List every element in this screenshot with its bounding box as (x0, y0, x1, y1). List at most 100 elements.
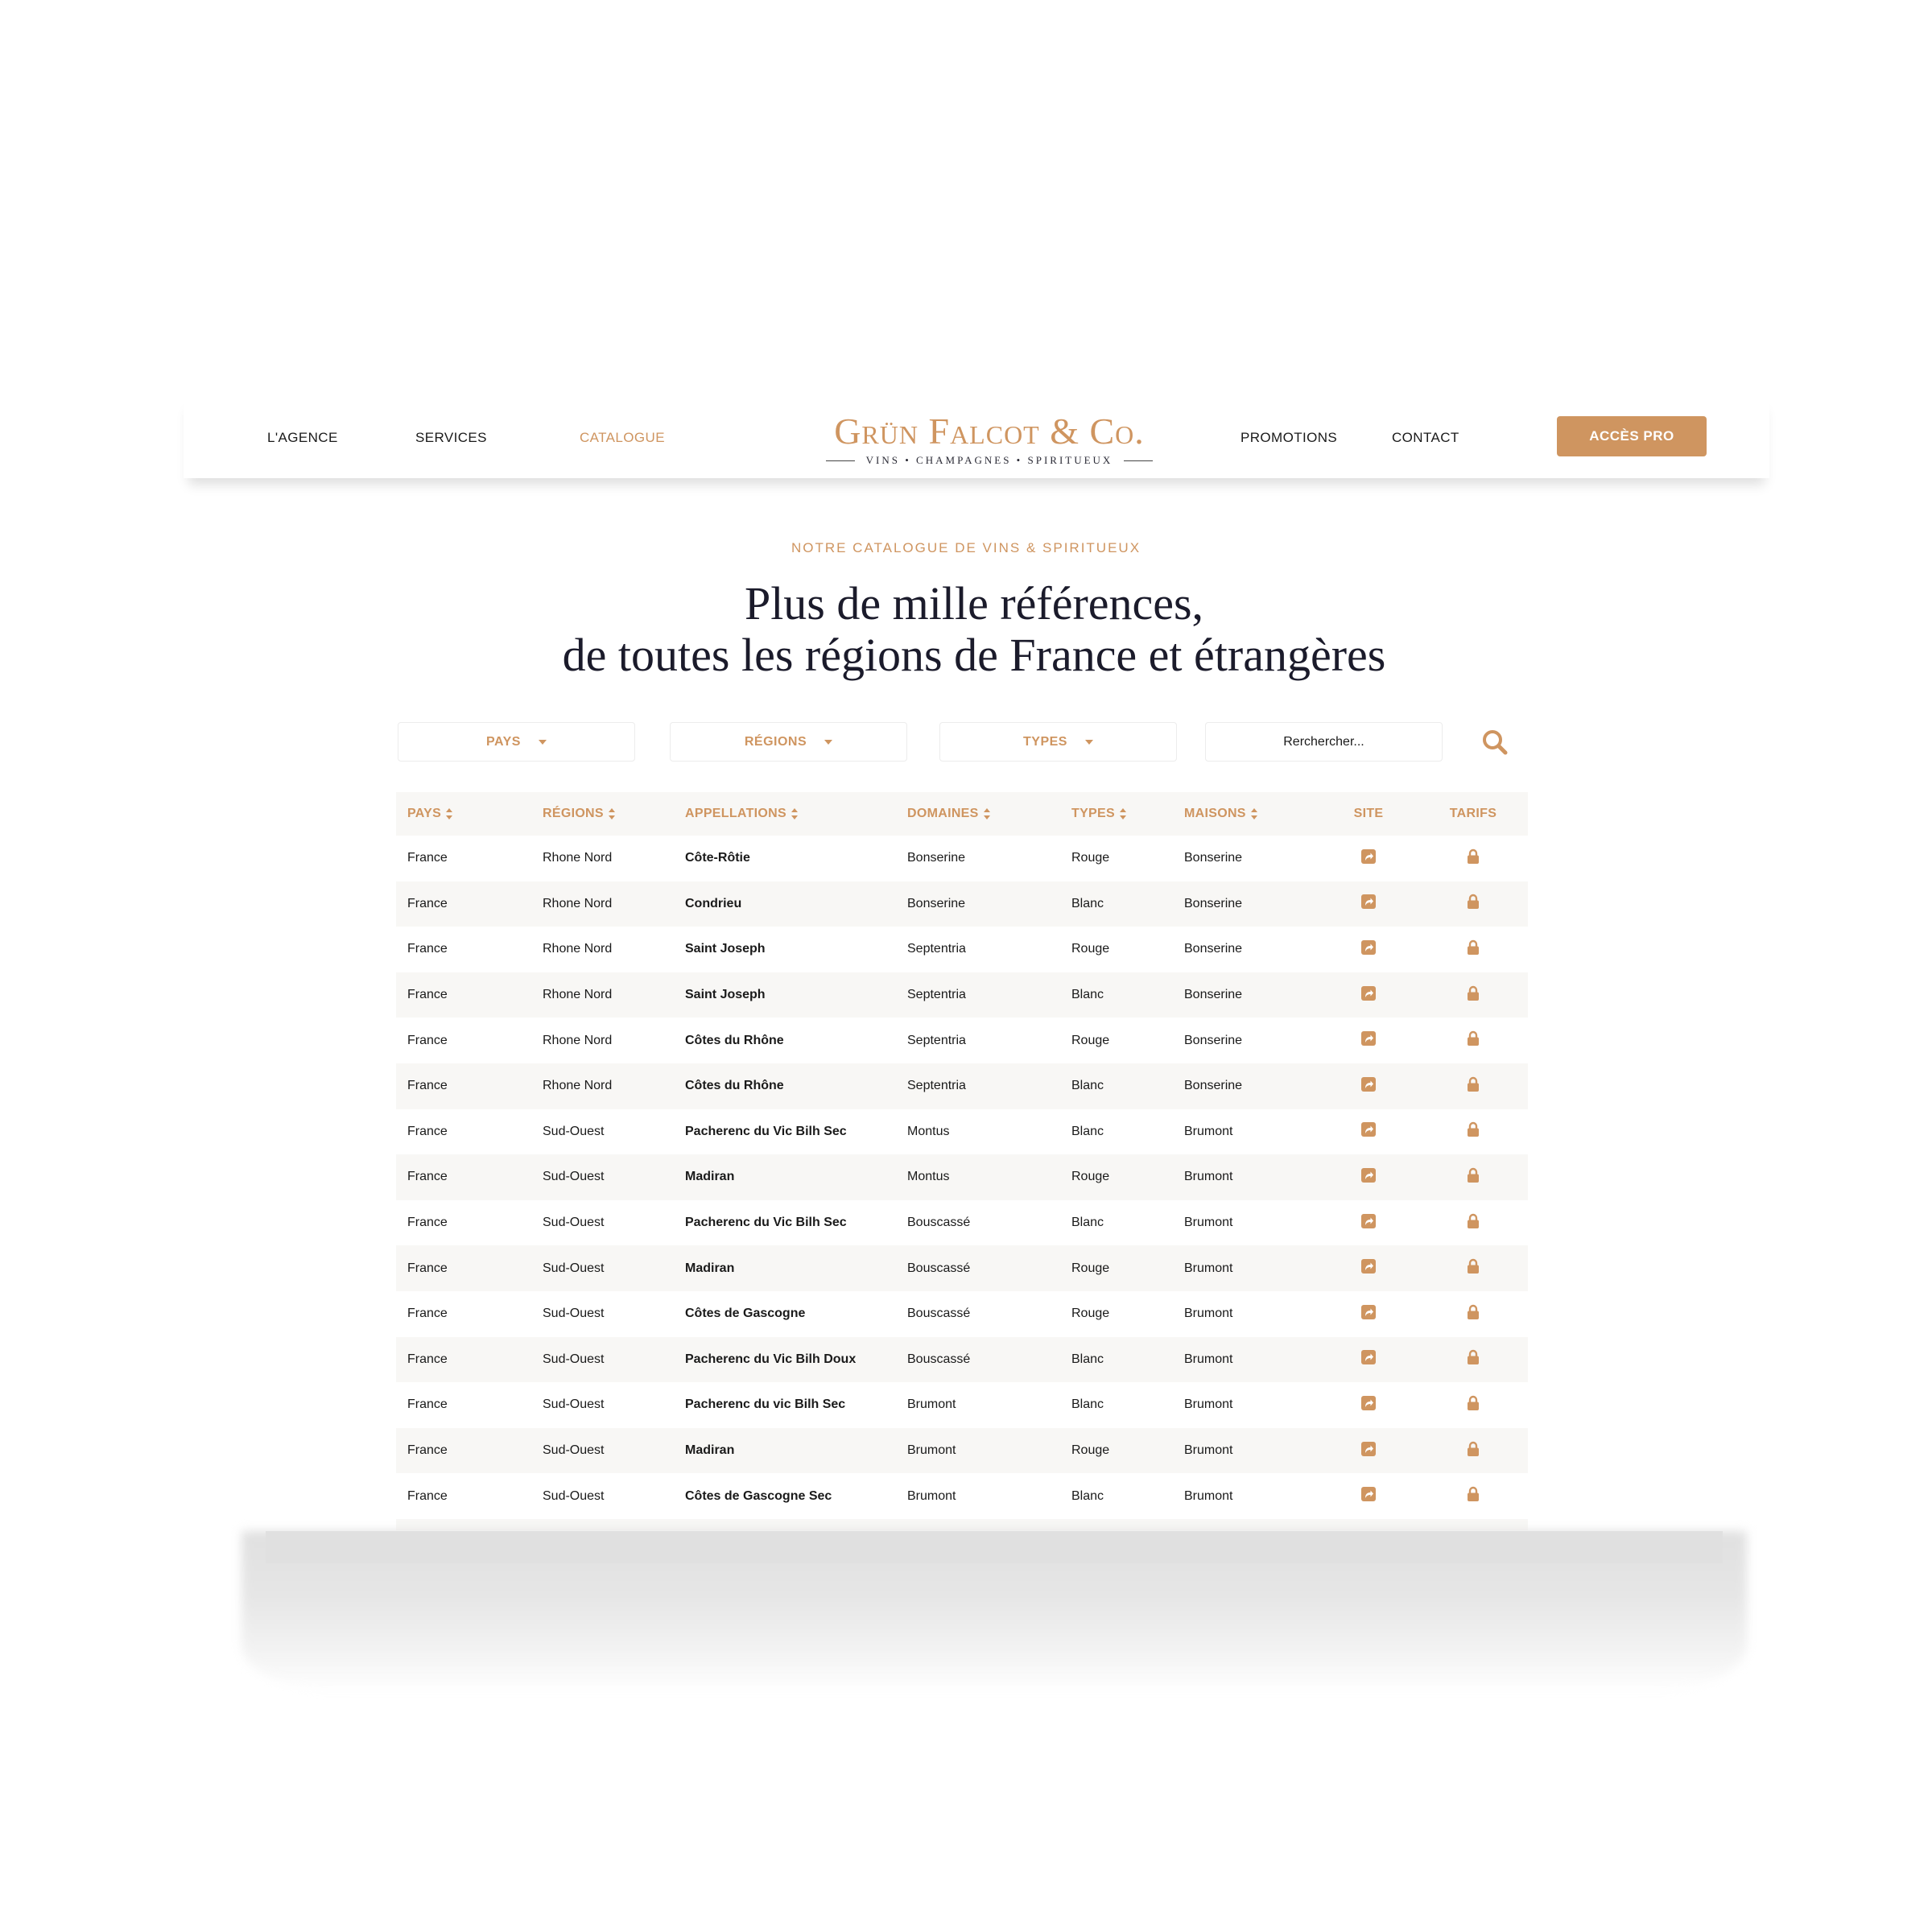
cell-site (1319, 836, 1418, 881)
column-header-pays[interactable]: PAYS (396, 792, 531, 836)
column-header-types[interactable]: TYPES (1060, 792, 1173, 836)
bottom-shadow-band (266, 1531, 1723, 1563)
cell-maison: Bonserine (1184, 851, 1243, 865)
nav-link-catalogue[interactable]: CATALOGUE (580, 430, 665, 446)
cell-appellation: Condrieu (685, 896, 742, 910)
external-link-icon[interactable] (1360, 939, 1377, 960)
lock-icon[interactable] (1467, 1121, 1480, 1141)
cell-pays: France (407, 896, 448, 910)
cell-pays: France (407, 1261, 448, 1275)
external-link-icon[interactable] (1360, 1349, 1377, 1369)
lock-icon[interactable] (1467, 939, 1480, 960)
cell-appellation: Pacherenc du Vic Bilh Sec (685, 1216, 847, 1230)
table-body: France Rhone Nord Côte-Rôtie Bonserine Rouge… (396, 836, 1528, 1530)
cell-pays: France (407, 1033, 448, 1047)
external-link-icon[interactable] (1360, 1213, 1377, 1233)
table-row: France Rhone Nord Saint Joseph Septentria Ro… (396, 927, 1528, 972)
filter-regions-dropdown[interactable]: RÉGIONS (670, 722, 907, 762)
nav-link-contact[interactable]: CONTACT (1392, 430, 1459, 446)
nav-link-promotions[interactable]: PROMOTIONS (1241, 430, 1337, 446)
logo-tagline: VINS • CHAMPAGNES • SPIRITUEUX (865, 454, 1113, 466)
sort-icon (983, 807, 990, 819)
cell-maison: Bonserine (1184, 1033, 1243, 1047)
cell-type (1060, 1519, 1173, 1530)
acces-pro-button[interactable]: ACCÈS PRO (1557, 416, 1707, 456)
cell-pays: France (407, 1079, 448, 1093)
cell-appellation (674, 1519, 896, 1530)
external-link-icon[interactable] (1360, 1167, 1377, 1187)
lock-icon[interactable] (1467, 1258, 1480, 1278)
cell-pays: France (407, 1170, 448, 1184)
lock-icon[interactable] (1467, 1213, 1480, 1233)
lock-icon[interactable] (1467, 1030, 1480, 1051)
sort-icon (1250, 807, 1257, 819)
cell-region: Rhone Nord (543, 896, 613, 910)
table-row: France Rhone Nord Côtes du Rhône Septentria… (396, 1018, 1528, 1063)
cell-domaine: Brumont (907, 1397, 956, 1412)
brand-logo[interactable]: Grün Falcot & Co. VINS • CHAMPAGNES • SP… (811, 411, 1167, 467)
lock-icon[interactable] (1467, 1441, 1480, 1461)
external-link-icon[interactable] (1360, 848, 1377, 869)
lock-icon[interactable] (1467, 1304, 1480, 1324)
lock-icon[interactable] (1467, 1349, 1480, 1369)
external-link-icon[interactable] (1360, 894, 1377, 914)
site-header: L'AGENCE SERVICES CATALOGUE Grün Falcot … (184, 394, 1769, 478)
external-link-icon[interactable] (1360, 1258, 1377, 1278)
lock-icon[interactable] (1467, 1486, 1480, 1506)
cell-type: Blanc (1071, 896, 1104, 910)
cell-type: Blanc (1071, 1124, 1104, 1138)
lock-icon[interactable] (1467, 985, 1480, 1005)
cell-maison: Brumont (1184, 1397, 1233, 1412)
search-input[interactable] (1205, 722, 1443, 762)
external-link-icon[interactable] (1360, 1121, 1377, 1141)
lock-icon[interactable] (1467, 1395, 1480, 1415)
cell-domaine: Bonserine (907, 851, 966, 865)
external-link-icon[interactable] (1360, 1304, 1377, 1324)
external-link-icon[interactable] (1360, 1076, 1377, 1096)
external-link-icon[interactable] (1360, 1441, 1377, 1461)
external-link-icon[interactable] (1360, 1030, 1377, 1051)
cell-site (1319, 1428, 1418, 1474)
column-header-regions[interactable]: RÉGIONS (531, 792, 674, 836)
cell-region: Sud-Ouest (543, 1261, 605, 1275)
cell-type: Rouge (1071, 1261, 1110, 1275)
lock-icon[interactable] (1467, 1167, 1480, 1187)
cell-pays: France (407, 942, 448, 956)
cell-pays: France (407, 1124, 448, 1138)
cell-site (1319, 1337, 1418, 1383)
column-header-maisons[interactable]: MAISONS (1173, 792, 1319, 836)
cell-site (1319, 1291, 1418, 1337)
cell-pays: France (407, 1443, 448, 1458)
table-row: France Rhone Nord Côtes du Rhône Septentria… (396, 1063, 1528, 1109)
cell-site (1319, 1063, 1418, 1109)
cell-maison: Brumont (1184, 1488, 1233, 1503)
search-button[interactable] (1480, 728, 1510, 758)
cell-region: Sud-Ouest (543, 1170, 605, 1184)
filter-types-dropdown[interactable]: TYPES (939, 722, 1177, 762)
external-link-icon[interactable] (1360, 1395, 1377, 1415)
column-header-label: PAYS (407, 807, 442, 820)
lock-icon[interactable] (1467, 848, 1480, 869)
sort-icon (446, 807, 453, 819)
cell-type: Rouge (1071, 1033, 1110, 1047)
cell-type: Rouge (1071, 1307, 1110, 1321)
lock-icon[interactable] (1467, 1076, 1480, 1096)
external-link-icon[interactable] (1360, 1486, 1377, 1506)
cell-appellation: Pacherenc du Vic Bilh Sec (685, 1124, 847, 1138)
external-link-icon[interactable] (1360, 985, 1377, 1005)
column-header-appellations[interactable]: APPELLATIONS (674, 792, 896, 836)
lock-icon[interactable] (1467, 894, 1480, 914)
cell-type: Blanc (1071, 1352, 1104, 1366)
nav-link-services[interactable]: SERVICES (415, 430, 487, 446)
filter-pays-dropdown[interactable]: PAYS (398, 722, 635, 762)
cell-appellation: Pacherenc du Vic Bilh Doux (685, 1352, 857, 1366)
filter-types-label: TYPES (1023, 734, 1067, 749)
nav-link-agence[interactable]: L'AGENCE (267, 430, 338, 446)
cell-type: Rouge (1071, 851, 1110, 865)
table-row: France Sud-Ouest Pacherenc du vic Bilh Sec… (396, 1382, 1528, 1428)
chevron-down-icon (538, 739, 547, 745)
table-row: France Sud-Ouest Madiran Brumont Rouge Brumon… (396, 1427, 1528, 1474)
column-header-label: RÉGIONS (543, 807, 604, 820)
catalogue-table: PAYS RÉGIONS APPELLATIONS DOMAINES TYPES… (396, 792, 1528, 1530)
column-header-domaines[interactable]: DOMAINES (896, 792, 1060, 836)
